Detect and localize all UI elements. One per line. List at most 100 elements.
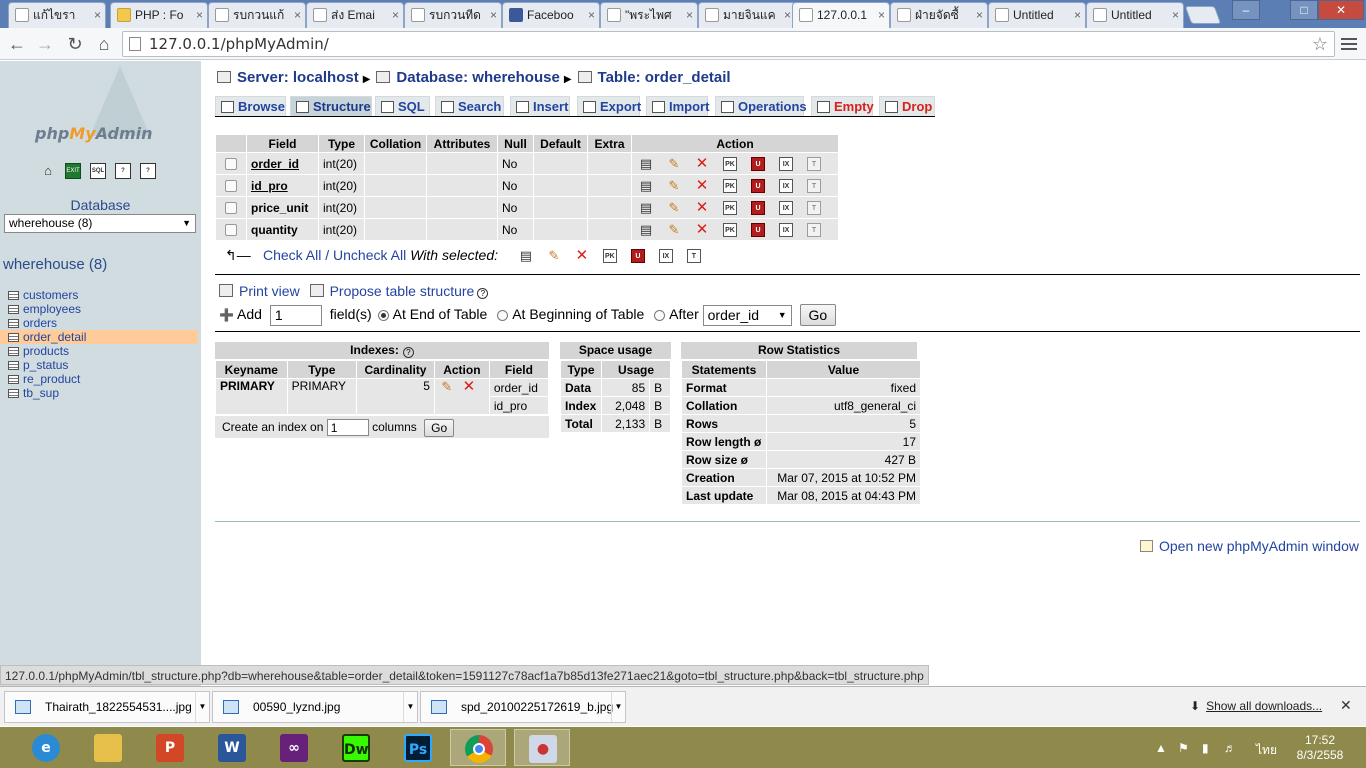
row-checkbox[interactable] bbox=[225, 158, 237, 171]
radio-at-beginning[interactable] bbox=[497, 309, 509, 321]
browser-tab[interactable]: รบกวนทีด × bbox=[404, 2, 502, 28]
home-icon[interactable]: ⌂ bbox=[40, 163, 56, 179]
tab-import[interactable]: Import bbox=[646, 96, 709, 116]
exit-icon[interactable]: EXIT bbox=[65, 163, 81, 179]
tab-empty[interactable]: Empty bbox=[811, 96, 874, 116]
close-icon[interactable]: × bbox=[196, 3, 203, 27]
index-columns-input[interactable] bbox=[326, 419, 369, 437]
flag-icon[interactable]: ⚑ bbox=[1178, 741, 1189, 755]
edit-field-icon[interactable]: ✎ bbox=[666, 178, 682, 194]
sql-query-icon[interactable]: SQL bbox=[90, 163, 106, 179]
address-bar[interactable]: ☆ bbox=[122, 31, 1335, 57]
browser-tab[interactable]: แก้ไขรา × bbox=[8, 2, 106, 28]
chevron-down-icon[interactable]: ▼ bbox=[403, 692, 417, 722]
chrome-menu-icon[interactable] bbox=[1341, 36, 1357, 52]
fulltext-icon[interactable]: T bbox=[807, 156, 821, 171]
browse-values-icon[interactable]: ▤ bbox=[638, 200, 654, 216]
index-icon[interactable]: IX bbox=[779, 200, 793, 215]
sidebar-item-table[interactable]: tb_sup bbox=[0, 386, 198, 400]
sidebar-item-table[interactable]: re_product bbox=[0, 372, 198, 386]
download-item[interactable]: 00590_lyznd.jpg ▼ bbox=[212, 691, 418, 723]
close-icon[interactable]: × bbox=[976, 3, 983, 27]
index-icon[interactable]: IX bbox=[779, 178, 793, 193]
index-selected-icon[interactable]: IX bbox=[658, 249, 673, 264]
breadcrumb-server[interactable]: Server: localhost bbox=[237, 69, 359, 86]
primary-key-icon[interactable]: PK bbox=[723, 200, 737, 215]
browse-values-icon[interactable]: ▤ bbox=[638, 222, 654, 238]
add-count-input[interactable] bbox=[269, 304, 322, 326]
radio-after[interactable] bbox=[654, 309, 666, 321]
browse-values-icon[interactable]: ▤ bbox=[638, 178, 654, 194]
close-icon[interactable]: × bbox=[1074, 3, 1081, 27]
tab-sql[interactable]: SQL bbox=[375, 96, 430, 116]
browser-tab[interactable]: ฝ่ายจัดซื้ × bbox=[890, 2, 988, 28]
close-icon[interactable]: × bbox=[94, 3, 101, 27]
open-new-window-link[interactable]: Open new phpMyAdmin window bbox=[1159, 538, 1359, 554]
volume-icon[interactable]: ♬ bbox=[1224, 741, 1236, 755]
uncheck-all-link[interactable]: Uncheck All bbox=[333, 247, 406, 263]
sidebar-item-table[interactable]: customers bbox=[0, 288, 198, 302]
unique-icon[interactable]: U bbox=[751, 222, 765, 237]
edit-field-icon[interactable]: ✎ bbox=[666, 222, 682, 238]
database-link[interactable]: wherehouse (8) bbox=[3, 256, 107, 273]
browser-tab[interactable]: Untitled × bbox=[1086, 2, 1184, 28]
radio-at-end[interactable] bbox=[377, 309, 389, 321]
phpmyadmin-logo[interactable]: phpMyAdmin bbox=[30, 66, 170, 146]
index-icon[interactable]: IX bbox=[779, 222, 793, 237]
create-index-go-button[interactable]: Go bbox=[424, 418, 455, 437]
browser-tab[interactable]: Untitled × bbox=[988, 2, 1086, 28]
browser-tab[interactable]: รบกวนแก้ × bbox=[208, 2, 306, 28]
browser-tab[interactable]: Faceboo × bbox=[502, 2, 600, 28]
battery-icon[interactable]: ▮ bbox=[1202, 741, 1209, 755]
browser-tab[interactable]: PHP : Fo × bbox=[110, 2, 208, 28]
drop-field-icon[interactable]: ✕ bbox=[694, 199, 710, 216]
fulltext-icon[interactable]: T bbox=[807, 222, 821, 237]
edit-field-icon[interactable]: ✎ bbox=[666, 200, 682, 216]
visual-studio-icon[interactable]: ∞ bbox=[266, 729, 322, 766]
language-indicator[interactable]: ไทย bbox=[1256, 741, 1277, 760]
primary-selected-icon[interactable]: PK bbox=[602, 249, 617, 264]
row-checkbox[interactable] bbox=[225, 202, 237, 215]
drop-field-icon[interactable]: ✕ bbox=[694, 177, 710, 194]
row-checkbox[interactable] bbox=[225, 180, 237, 193]
close-icon[interactable]: × bbox=[784, 3, 791, 27]
close-icon[interactable]: × bbox=[490, 3, 497, 27]
clock[interactable]: 17:52 8/3/2558 bbox=[1290, 733, 1350, 763]
index-icon[interactable]: IX bbox=[779, 156, 793, 171]
close-icon[interactable]: × bbox=[392, 3, 399, 27]
forward-icon[interactable]: → bbox=[34, 33, 56, 55]
chrome-icon[interactable] bbox=[450, 729, 506, 766]
sidebar-item-table[interactable]: p_status bbox=[0, 358, 198, 372]
home-icon[interactable]: ⌂ bbox=[93, 33, 115, 55]
tab-operations[interactable]: Operations bbox=[715, 96, 807, 116]
tab-insert[interactable]: Insert bbox=[510, 96, 570, 116]
fulltext-selected-icon[interactable]: T bbox=[686, 249, 701, 264]
close-icon[interactable]: × bbox=[294, 3, 301, 27]
sidebar-item-table[interactable]: orders bbox=[0, 316, 198, 330]
url-input[interactable] bbox=[149, 34, 1299, 54]
chevron-down-icon[interactable]: ▼ bbox=[195, 692, 209, 722]
ie-icon[interactable]: e bbox=[18, 729, 74, 766]
close-icon[interactable]: × bbox=[878, 3, 885, 27]
drop-field-icon[interactable]: ✕ bbox=[694, 155, 710, 172]
tab-browse[interactable]: Browse bbox=[215, 96, 286, 116]
unique-icon[interactable]: U bbox=[751, 156, 765, 171]
fulltext-icon[interactable]: T bbox=[807, 178, 821, 193]
primary-key-icon[interactable]: PK bbox=[723, 222, 737, 237]
sidebar-item-table[interactable]: products bbox=[0, 344, 198, 358]
after-field-select[interactable]: order_id ▼ bbox=[702, 304, 792, 326]
docs-icon[interactable]: ? bbox=[115, 163, 131, 179]
browse-selected-icon[interactable]: ▤ bbox=[518, 248, 534, 264]
browser-tab[interactable]: 127.0.0.1 × bbox=[792, 2, 890, 28]
photoshop-icon[interactable]: Ps bbox=[390, 729, 446, 766]
tray-expand-icon[interactable]: ▲ bbox=[1155, 741, 1167, 755]
add-go-button[interactable]: Go bbox=[799, 304, 837, 327]
close-icon[interactable]: × bbox=[1172, 3, 1179, 27]
check-all-link[interactable]: Check All bbox=[263, 247, 321, 263]
browse-values-icon[interactable]: ▤ bbox=[638, 156, 654, 172]
help-icon[interactable]: ? bbox=[402, 347, 414, 358]
dreamweaver-icon[interactable]: Dw bbox=[328, 729, 384, 766]
browser-tab[interactable]: มายจินแค × bbox=[698, 2, 796, 28]
sidebar-item-table[interactable]: employees bbox=[0, 302, 198, 316]
row-checkbox[interactable] bbox=[225, 224, 237, 237]
